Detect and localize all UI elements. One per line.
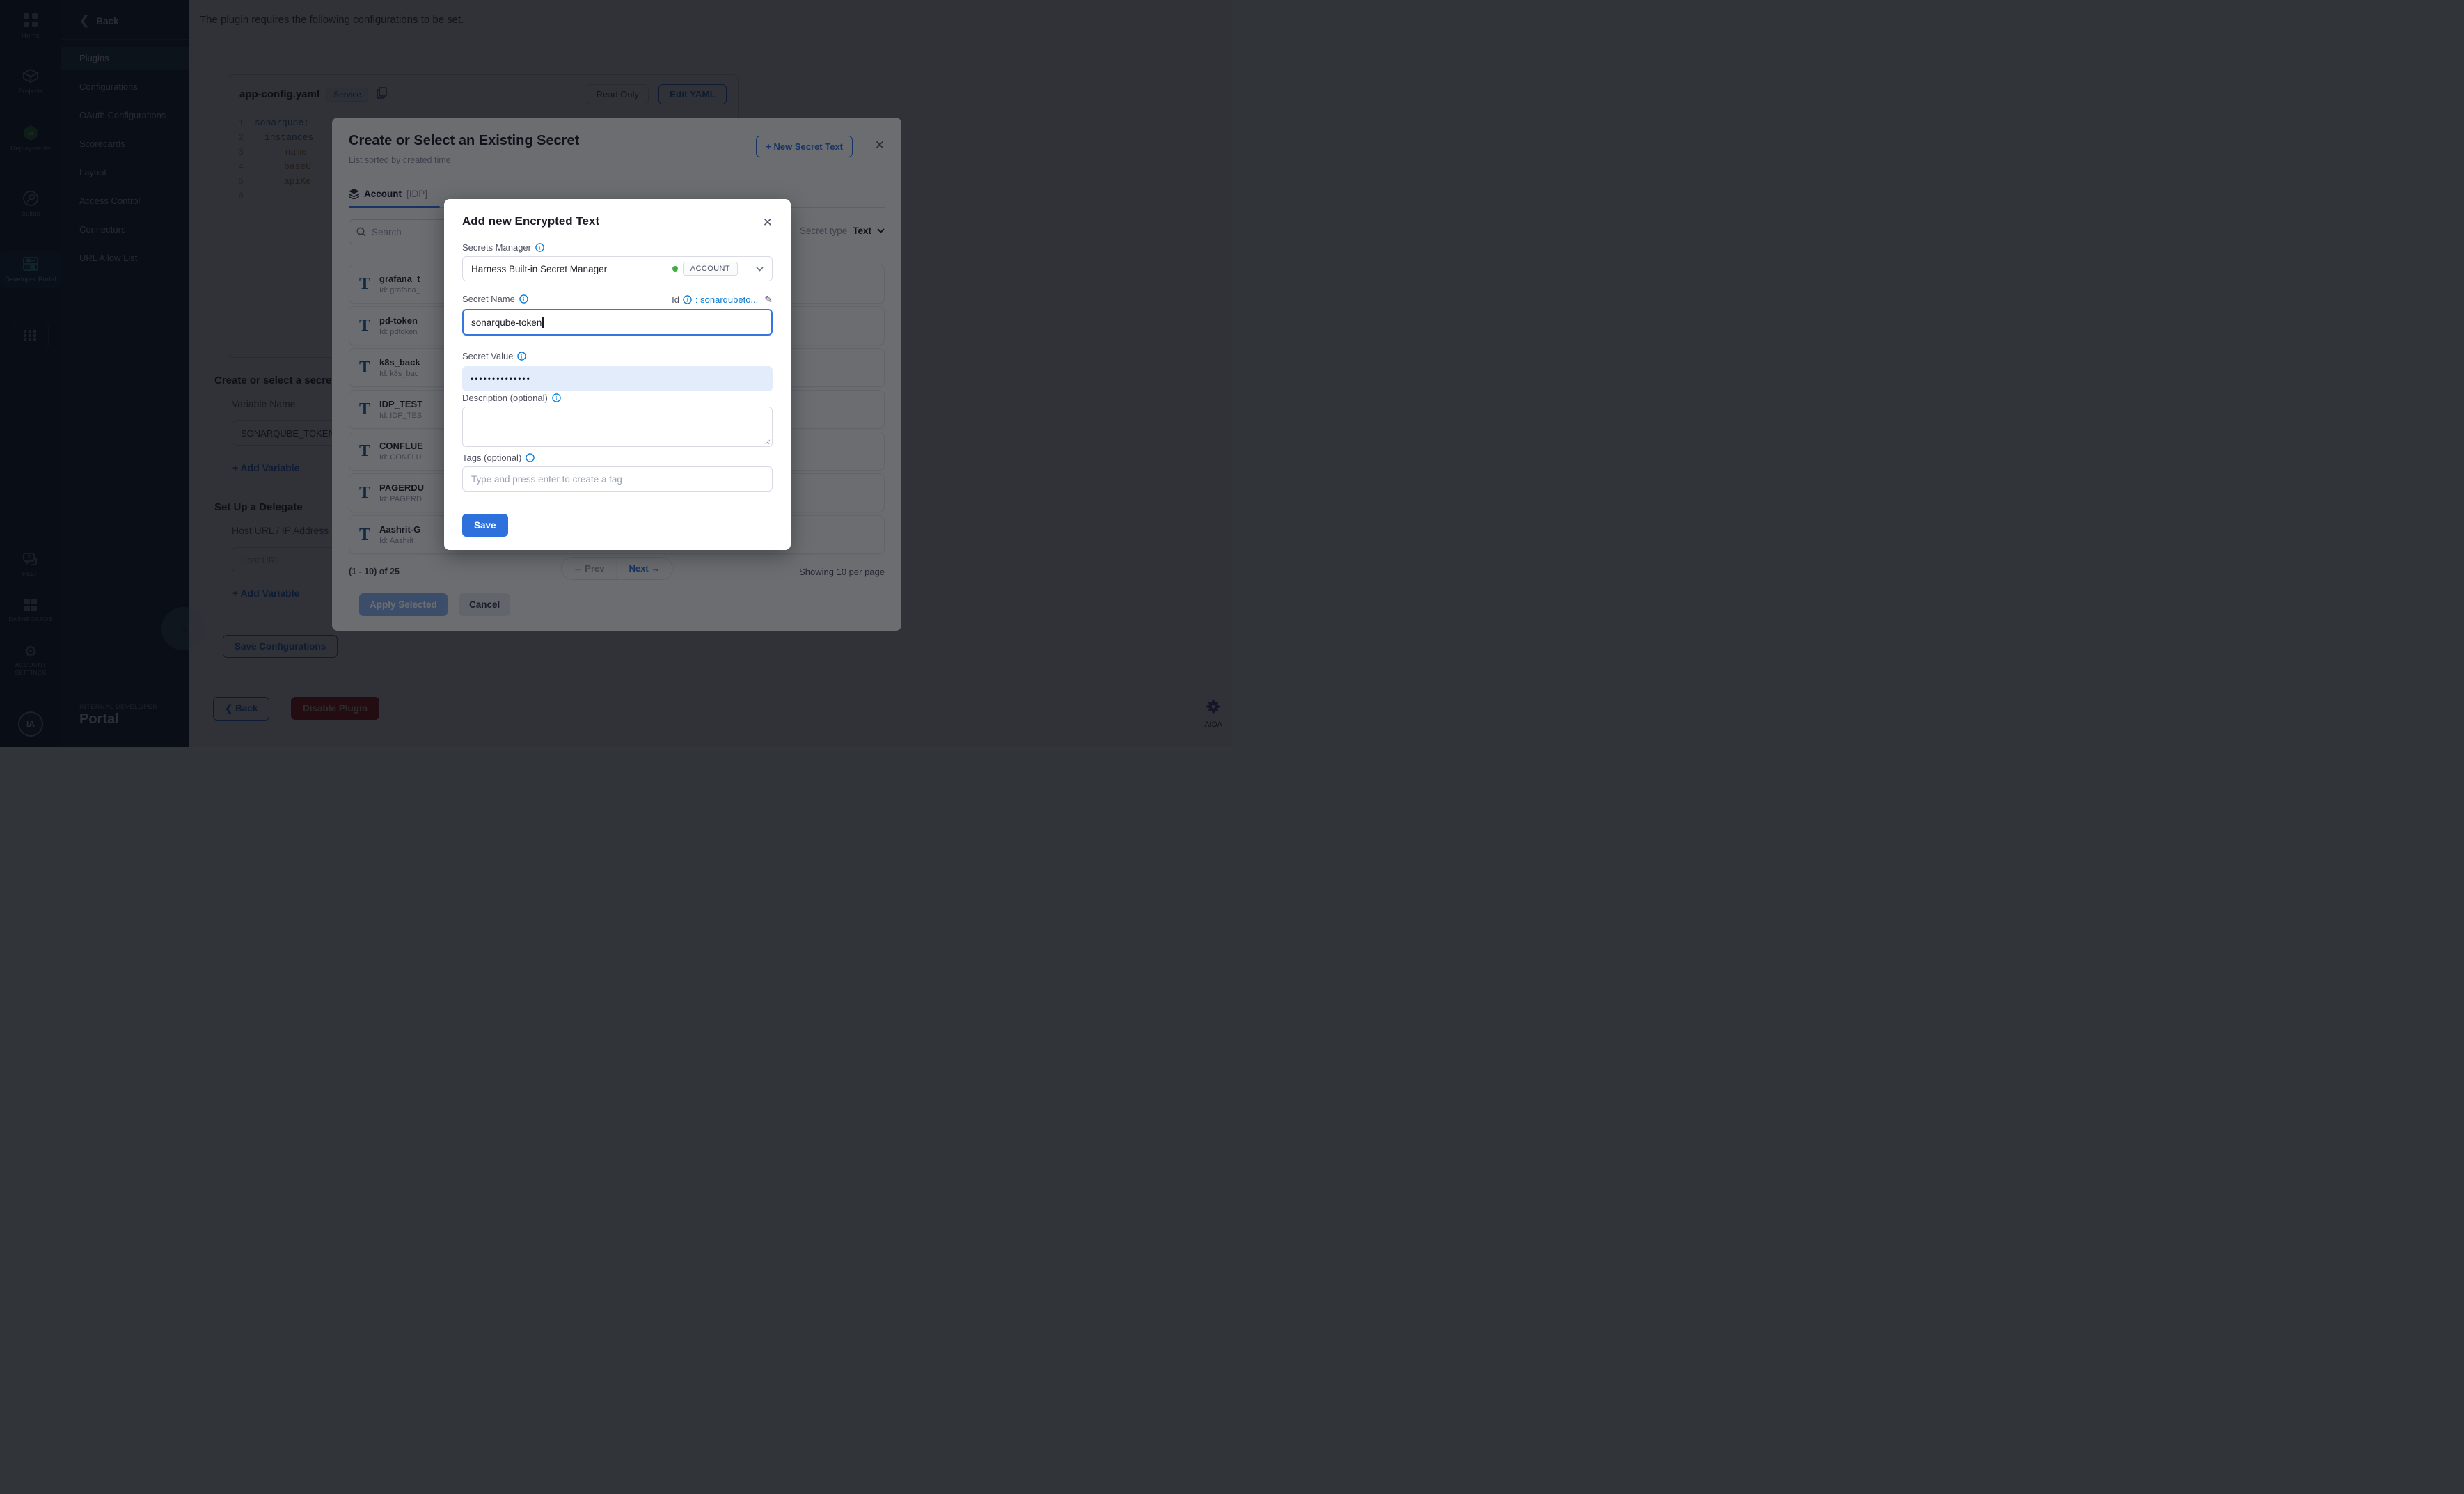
secret-id-row: Id i : sonarqubeto... ✎ — [672, 294, 773, 306]
svg-text:i: i — [530, 455, 532, 461]
svg-text:i: i — [686, 297, 688, 303]
close-icon[interactable]: ✕ — [763, 216, 773, 230]
save-button[interactable]: Save — [462, 514, 508, 537]
info-icon[interactable]: i — [683, 295, 692, 304]
secret-value-label: Secret Value i — [462, 351, 526, 361]
svg-text:i: i — [539, 244, 541, 251]
info-icon[interactable]: i — [552, 393, 561, 402]
svg-text:i: i — [521, 353, 523, 359]
label-text: Secret Name — [462, 294, 515, 304]
add-encrypted-text-modal: Add new Encrypted Text ✕ Secrets Manager… — [444, 199, 791, 550]
description-textarea[interactable] — [462, 407, 773, 447]
label-text: Secrets Manager — [462, 242, 531, 253]
status-dot — [672, 266, 678, 272]
description-label: Description (optional) i — [462, 393, 561, 403]
tags-placeholder: Type and press enter to create a tag — [471, 474, 622, 485]
chevron-down-icon — [756, 267, 764, 272]
tags-label: Tags (optional) i — [462, 453, 535, 463]
secret-name-label: Secret Name i — [462, 294, 528, 304]
secrets-manager-value: Harness Built-in Secret Manager — [471, 264, 672, 274]
secret-value-input[interactable]: •••••••••••••• — [462, 366, 773, 391]
app-window: Home Projects ∞ Deployments Builds Devel… — [0, 0, 1232, 747]
edit-id-icon[interactable]: ✎ — [764, 294, 773, 306]
svg-text:i: i — [523, 296, 525, 302]
text-caret — [542, 317, 544, 328]
resize-grip[interactable] — [764, 438, 770, 444]
svg-text:i: i — [555, 395, 558, 401]
info-icon[interactable]: i — [535, 243, 544, 252]
secrets-manager-label: Secrets Manager i — [462, 242, 544, 253]
secret-name-input[interactable]: sonarqube-token — [462, 309, 773, 336]
tags-input[interactable]: Type and press enter to create a tag — [462, 466, 773, 492]
info-icon[interactable]: i — [517, 352, 526, 361]
info-icon[interactable]: i — [526, 453, 535, 462]
modal-title: Add new Encrypted Text — [462, 214, 599, 228]
scope-badge: ACCOUNT — [683, 262, 738, 276]
label-text: Secret Value — [462, 351, 513, 361]
secret-name-value: sonarqube-token — [471, 317, 542, 328]
secrets-manager-select[interactable]: Harness Built-in Secret Manager ACCOUNT — [462, 256, 773, 281]
label-text: Description (optional) — [462, 393, 548, 403]
id-label: Id — [672, 294, 679, 305]
label-text: Tags (optional) — [462, 453, 521, 463]
info-icon[interactable]: i — [519, 294, 528, 304]
id-value-link[interactable]: : sonarqubeto... — [695, 294, 758, 305]
